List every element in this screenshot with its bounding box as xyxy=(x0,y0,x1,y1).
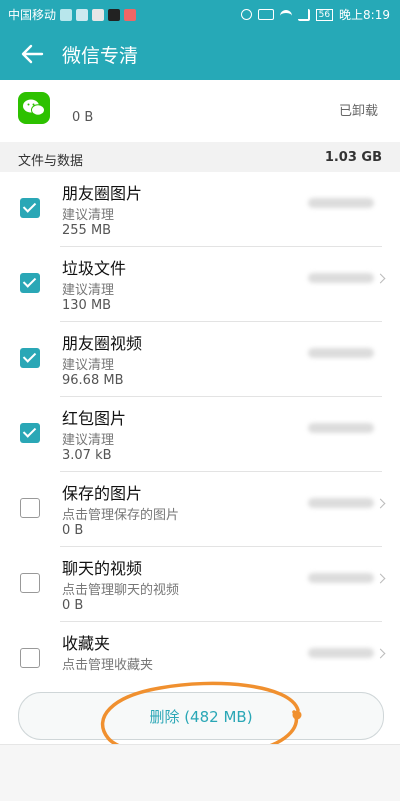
file-list: 朋友圈图片 建议清理 255 MB 垃圾文件 建议清理 130 MB 朋友圈视频… xyxy=(0,172,400,674)
clock: 晚上8:19 xyxy=(339,8,390,22)
list-item[interactable]: 聊天的视频 点击管理聊天的视频 0 B xyxy=(0,547,400,622)
item-subtitle: 点击管理保存的图片 xyxy=(62,508,180,523)
blurred-value xyxy=(308,423,374,433)
item-size: 0 B xyxy=(62,523,84,538)
checkbox[interactable] xyxy=(20,498,40,518)
checkbox[interactable] xyxy=(20,273,40,293)
page-title: 微信专清 xyxy=(62,45,139,67)
blurred-value xyxy=(308,648,374,658)
list-item[interactable]: 保存的图片 点击管理保存的图片 0 B xyxy=(0,472,400,547)
chevron-right-icon xyxy=(375,648,386,659)
list-item[interactable]: 朋友圈图片 建议清理 255 MB xyxy=(0,172,400,247)
wechat-icon xyxy=(18,92,50,124)
status-bar: 中国移动 56 晚上8:19 xyxy=(0,0,400,28)
checkbox[interactable] xyxy=(20,573,40,593)
item-size: 0 B xyxy=(62,598,84,613)
chevron-right-icon xyxy=(375,498,386,509)
list-item[interactable]: 收藏夹 点击管理收藏夹 xyxy=(0,622,400,674)
section-total: 1.03 GB xyxy=(324,150,382,165)
checkbox[interactable] xyxy=(20,198,40,218)
delete-button[interactable]: 删除 (482 MB) xyxy=(18,692,384,740)
item-subtitle: 建议清理 xyxy=(62,358,115,373)
app-state-label: 已卸载 xyxy=(338,104,378,119)
app-bar: 微信专清 xyxy=(0,28,400,80)
item-subtitle: 点击管理收藏夹 xyxy=(62,658,154,673)
list-item[interactable]: 垃圾文件 建议清理 130 MB xyxy=(0,247,400,322)
wifi-icon xyxy=(279,10,292,19)
item-title: 朋友圈视频 xyxy=(62,334,143,353)
chevron-right-icon xyxy=(375,573,386,584)
item-title: 垃圾文件 xyxy=(62,259,127,278)
item-title: 收藏夹 xyxy=(62,634,111,653)
tiktok-icon xyxy=(108,8,121,21)
item-size: 130 MB xyxy=(62,298,112,313)
carrier-label: 中国移动 xyxy=(8,8,57,22)
item-subtitle: 点击管理聊天的视频 xyxy=(62,583,180,598)
wechat-notification-icon xyxy=(60,8,73,21)
item-title: 聊天的视频 xyxy=(62,559,143,578)
checkbox[interactable] xyxy=(20,648,40,668)
back-arrow-icon[interactable] xyxy=(18,40,46,68)
item-size: 255 MB xyxy=(62,223,112,238)
bottom-action-area: 删除 (482 MB) xyxy=(0,674,400,744)
item-subtitle: 建议清理 xyxy=(62,208,115,223)
blurred-value xyxy=(308,498,374,508)
item-subtitle: 建议清理 xyxy=(62,283,115,298)
item-title: 红包图片 xyxy=(62,409,127,428)
item-size: 96.68 MB xyxy=(62,373,124,388)
app-notification-icon xyxy=(92,8,105,21)
alarm-icon xyxy=(240,9,252,20)
section-header: 文件与数据 1.03 GB xyxy=(0,142,400,172)
battery-level: 56 xyxy=(318,9,331,20)
signal-icon xyxy=(297,8,310,21)
hd-icon xyxy=(257,9,274,20)
item-subtitle: 建议清理 xyxy=(62,433,115,448)
battery-icon: 56 xyxy=(315,8,334,21)
item-title: 朋友圈图片 xyxy=(62,184,143,203)
checkbox[interactable] xyxy=(20,348,40,368)
system-navigation-bar xyxy=(0,744,400,801)
blurred-value xyxy=(308,273,374,283)
item-size: 3.07 kB xyxy=(62,448,112,463)
app-notification-icon xyxy=(124,8,137,21)
list-item[interactable]: 朋友圈视频 建议清理 96.68 MB xyxy=(0,322,400,397)
app-info: 0 B 已卸载 xyxy=(0,80,400,142)
list-item[interactable]: 红包图片 建议清理 3.07 kB xyxy=(0,397,400,472)
blurred-value xyxy=(308,573,374,583)
blurred-value xyxy=(308,348,374,358)
item-title: 保存的图片 xyxy=(62,484,143,503)
app-notification-icon xyxy=(76,8,89,21)
checkbox[interactable] xyxy=(20,423,40,443)
chevron-right-icon xyxy=(375,273,386,284)
app-size: 0 B xyxy=(72,110,94,125)
blurred-value xyxy=(308,198,374,208)
section-title: 文件与数据 xyxy=(18,154,84,169)
